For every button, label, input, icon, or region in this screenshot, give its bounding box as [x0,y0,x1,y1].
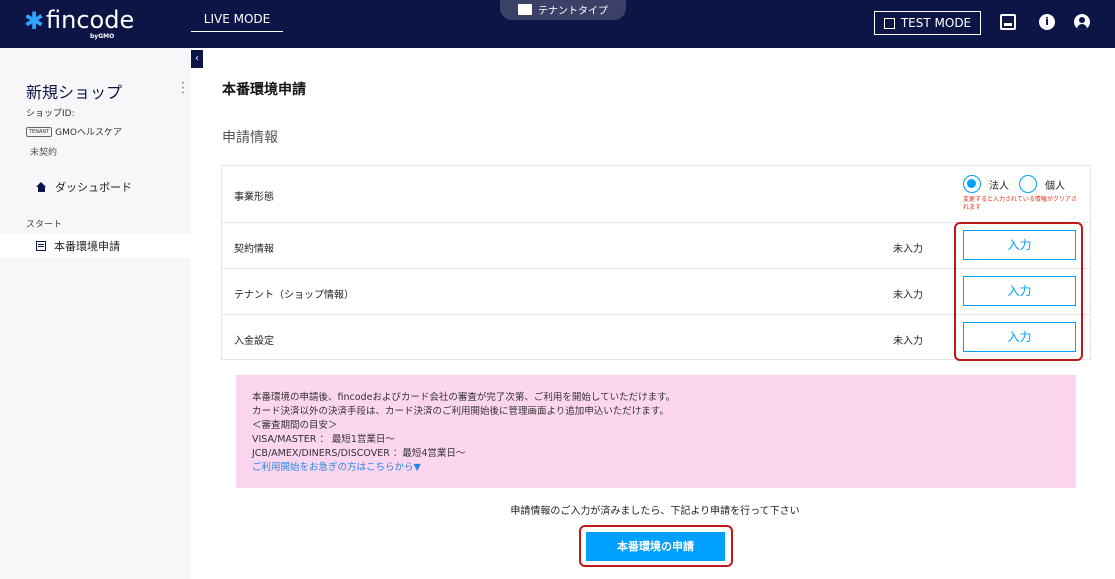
external-link-icon [883,17,895,29]
store-icon [518,3,532,15]
list-icon [36,241,46,251]
row-status: 未入力 [893,290,923,301]
row-label: 入金設定 [234,336,274,347]
sidebar-item-dashboard[interactable]: ダッシュボード [36,179,132,195]
tenant-type-badge: テナントタイプ [500,0,626,20]
notice-line: JCB/AMEX/DINERS/DISCOVER ：最短4営業日〜 [252,448,466,459]
sidebar-item-label: ダッシュボード [55,181,132,194]
logo-subtext: byGMO [90,33,115,40]
tenant-info: TENANT GMOヘルスケア [26,125,122,138]
contract-status: 未契約 [30,148,58,158]
footer-instruction: 申請情報のご入力が済みましたら、下記より申請を行って下さい [510,506,800,517]
tenant-tag-badge: TENANT [26,126,53,137]
shop-id-label: ショップID: [26,109,75,119]
tenant-name: GMOヘルスケア [55,128,122,138]
fincode-logo[interactable]: ✱ fincode byGMO [24,6,134,40]
top-navigation-bar: ✱ fincode byGMO LIVE MODE テナントタイプ TEST M… [0,0,1115,48]
radio-corporate-label: 法人 [989,180,1009,192]
row-label: テナント（ショップ情報） [234,290,354,301]
page-title: 本番環境申請 [222,82,306,98]
sidebar-item-label: 本番環境申請 [54,240,120,253]
sidebar-item-production-application[interactable]: 本番環境申請 [0,234,191,258]
test-mode-label: TEST MODE [900,16,972,30]
notice-box: 本番環境の申請後、fincodeおよびカード会社の審査が完了次第、ご利用を開始し… [236,375,1076,488]
tenant-type-label: テナントタイプ [538,5,608,17]
business-type-label: 事業形態 [234,192,274,203]
home-icon [36,182,47,192]
logo-text: fincode [46,6,135,34]
notice-line: カード決済以外の決済手段は、カード決済のご利用開始後に管理画面より追加申込いただ… [252,406,669,417]
shop-name: 新規ショップ [26,83,123,102]
business-type-warning: 変更すると入力されている情報がクリアされます [963,196,1077,211]
row-label: 契約情報 [234,244,274,255]
radio-corporate[interactable] [963,175,981,193]
collapse-sidebar-button[interactable]: ‹ [191,50,203,68]
radio-individual[interactable] [1019,175,1037,193]
inbox-icon[interactable] [1000,14,1016,30]
sidebar-section-start: スタート [26,220,63,230]
notice-line: ＜審査期間の目安＞ [252,420,338,431]
fincode-logo-icon: ✱ [24,7,45,35]
row-status: 未入力 [893,244,923,255]
input-buttons-highlight [954,222,1083,361]
live-mode-tab[interactable]: LIVE MODE [191,0,283,32]
test-mode-button[interactable]: TEST MODE [874,11,981,35]
radio-individual-label: 個人 [1045,180,1065,192]
account-icon[interactable] [1074,14,1090,30]
table-row-business-type: 事業形態 法人 個人 変更すると入力されている情報がクリアされます [222,166,1090,222]
notice-line: VISA/MASTER ： 最短1営業日〜 [252,434,395,445]
notice-line: 本番環境の申請後、fincodeおよびカード会社の審査が完了次第、ご利用を開始し… [252,392,676,403]
row-status: 未入力 [893,336,923,347]
more-options-icon[interactable]: ⋮ [176,80,190,96]
submit-application-button[interactable]: 本番環境の申請 [586,532,725,561]
expedite-link[interactable]: ご利用開始をお急ぎの方はこちらから▼ [252,461,1060,475]
info-icon[interactable]: i [1039,14,1055,30]
business-type-radio-group: 法人 個人 [963,175,1065,193]
section-title: 申請情報 [222,130,278,146]
